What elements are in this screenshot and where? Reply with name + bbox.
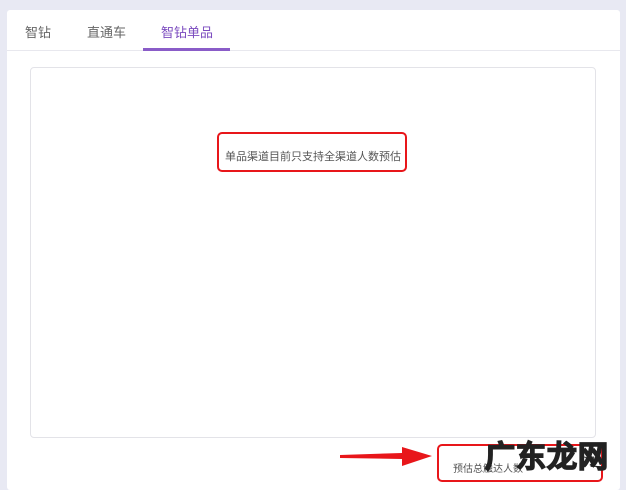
tab-zhizuan-single[interactable]: 智钻单品 xyxy=(161,22,213,41)
arrow-icon xyxy=(340,447,432,466)
watermark: 广东龙网 xyxy=(484,439,609,476)
card: 智钻 直通车 智钻单品 单品渠道目前只支持全渠道人数预估 xyxy=(7,10,620,490)
highlight-box-message xyxy=(217,132,407,172)
tab-bar: 智钻 直通车 智钻单品 xyxy=(7,10,620,51)
tab-zhizuan[interactable]: 智钻 xyxy=(25,22,51,41)
active-tab-indicator xyxy=(143,48,230,51)
content-panel: 单品渠道目前只支持全渠道人数预估 xyxy=(30,67,596,438)
tab-zhitongche[interactable]: 直通车 xyxy=(87,22,126,41)
